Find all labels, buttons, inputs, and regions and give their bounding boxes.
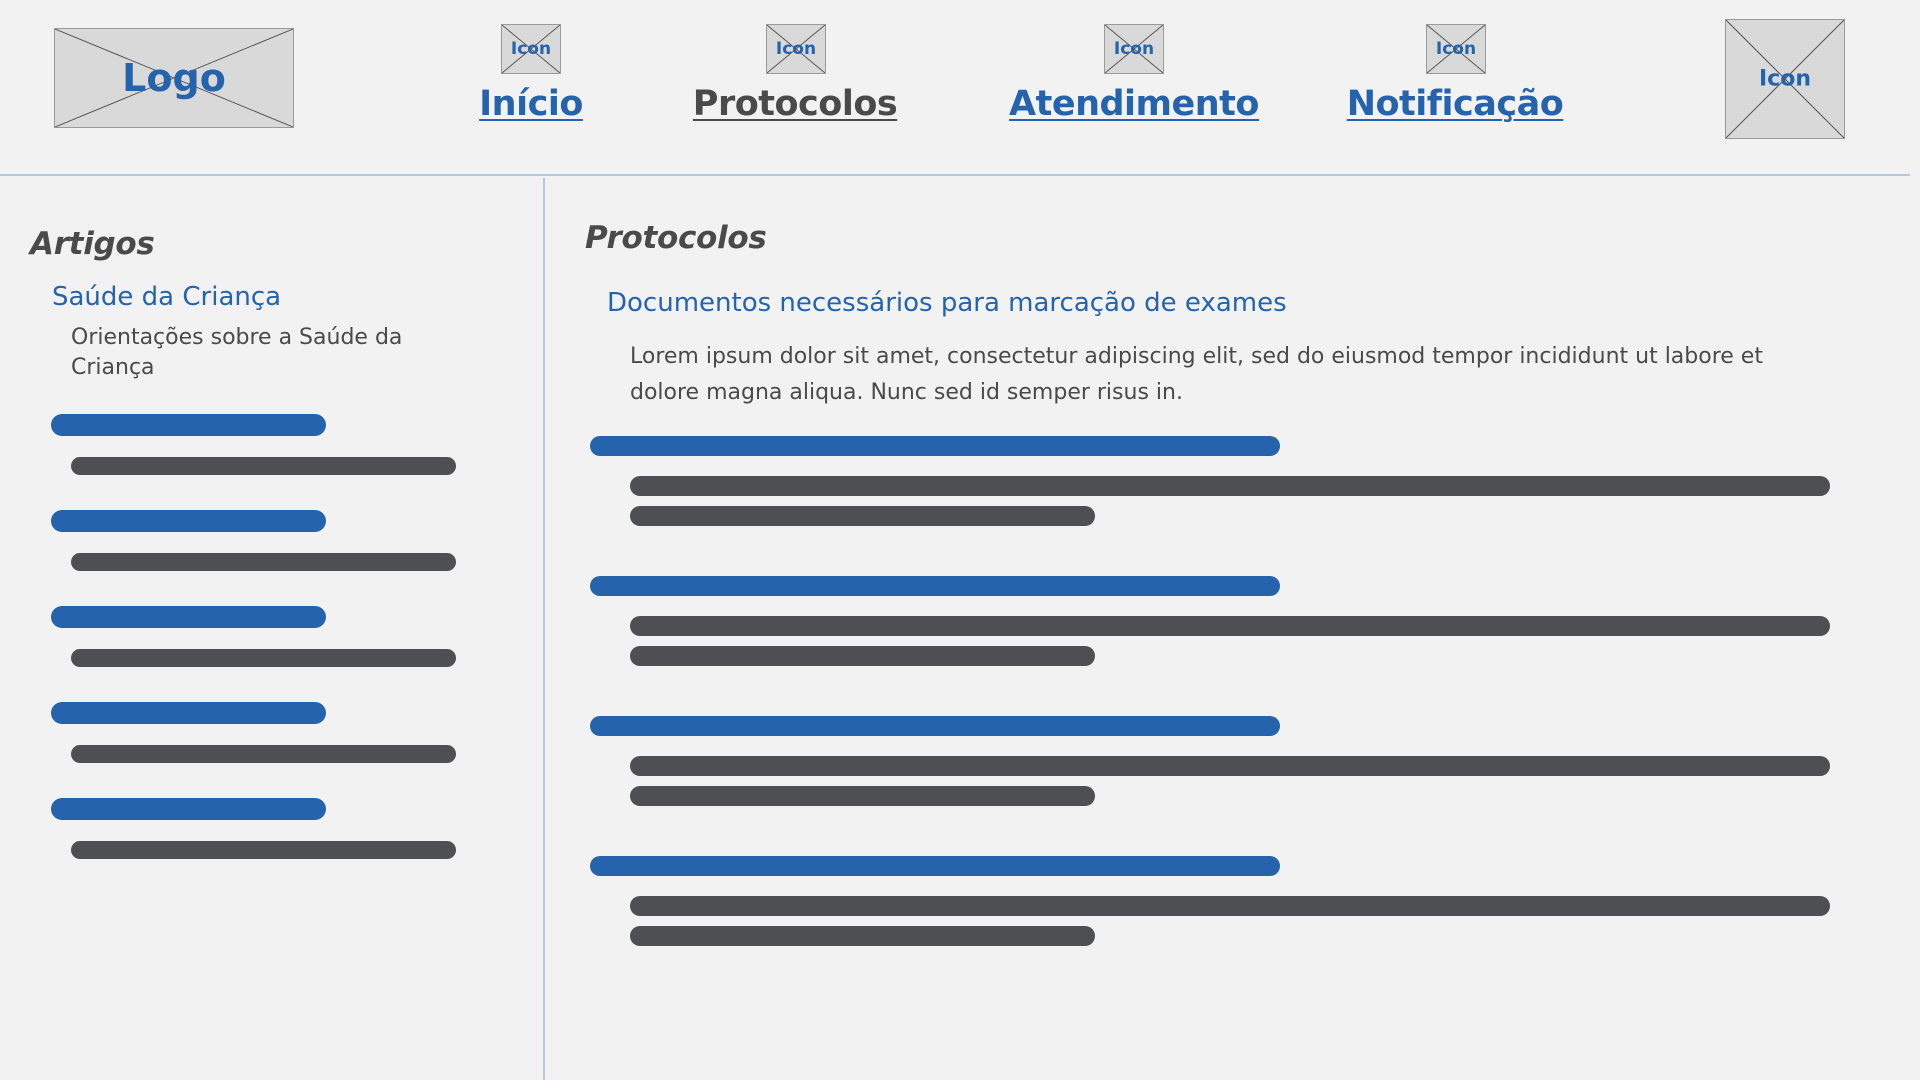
- article-description: Orientações sobre a Saúde da Criança: [71, 325, 403, 380]
- notification-icon: Icon: [1426, 24, 1486, 74]
- profile-icon[interactable]: Icon: [1725, 19, 1845, 139]
- protocol-text-placeholder: [630, 616, 1830, 636]
- home-icon: Icon: [501, 24, 561, 74]
- article-title-placeholder[interactable]: [51, 798, 326, 820]
- logo-label: Logo: [122, 56, 226, 100]
- protocol-title-placeholder[interactable]: [590, 716, 1280, 736]
- service-icon-label: Icon: [1113, 39, 1155, 59]
- logo[interactable]: Logo: [54, 28, 294, 128]
- nav-label-inicio: Início: [479, 84, 583, 124]
- protocol-title[interactable]: Documentos necessários para marcação de …: [607, 288, 1287, 318]
- protocol-text-placeholder: [630, 786, 1095, 806]
- article-text-placeholder: [71, 457, 456, 475]
- article-title[interactable]: Saúde da Criança: [52, 282, 281, 312]
- notification-icon-label: Icon: [1435, 39, 1477, 59]
- protocol-text-placeholder: [630, 476, 1830, 496]
- protocol-text-placeholder: [630, 646, 1095, 666]
- protocol-text: Lorem ipsum dolor sit amet, consectetur …: [630, 344, 1763, 405]
- article-title-placeholder[interactable]: [51, 414, 326, 436]
- protocols-icon: Icon: [766, 24, 826, 74]
- protocol-title-placeholder[interactable]: [590, 856, 1280, 876]
- protocol-title-placeholder[interactable]: [590, 436, 1280, 456]
- article-text-placeholder: [71, 841, 456, 859]
- protocol-title-placeholder[interactable]: [590, 576, 1280, 596]
- sidebar-title: Artigos: [30, 226, 155, 262]
- protocol-text-placeholder: [630, 756, 1830, 776]
- article-title-placeholder[interactable]: [51, 510, 326, 532]
- main-protocols: Protocolos Documentos necessários para m…: [545, 178, 1920, 1080]
- nav-item-protocolos[interactable]: Icon Protocolos: [690, 0, 900, 140]
- nav-label-atendimento: Atendimento: [1009, 84, 1259, 124]
- service-icon: Icon: [1104, 24, 1164, 74]
- top-navigation-bar: Logo Icon Início Icon Protocolos Icon At…: [0, 0, 1920, 176]
- protocols-icon-label: Icon: [775, 39, 817, 59]
- protocol-text-placeholder: [630, 506, 1095, 526]
- nav-label-notificacao: Notificação: [1346, 84, 1564, 124]
- profile-icon-label: Icon: [1758, 66, 1811, 92]
- nav-item-inicio[interactable]: Icon Início: [460, 0, 602, 140]
- protocol-text-placeholder: [630, 896, 1830, 916]
- article-text-placeholder: [71, 745, 456, 763]
- protocol-text-placeholder: [630, 926, 1095, 946]
- article-title-placeholder[interactable]: [51, 702, 326, 724]
- header-divider: [0, 174, 1910, 176]
- main-title: Protocolos: [585, 220, 767, 256]
- article-text-placeholder: [71, 553, 456, 571]
- nav-item-notificacao[interactable]: Icon Notificação: [1347, 0, 1564, 140]
- article-title-placeholder[interactable]: [51, 606, 326, 628]
- home-icon-label: Icon: [510, 39, 552, 59]
- sidebar-articles: Artigos Saúde da Criança Orientações sob…: [0, 178, 543, 1080]
- article-text-placeholder: [71, 649, 456, 667]
- nav-item-atendimento[interactable]: Icon Atendimento: [1009, 0, 1259, 140]
- nav-label-protocolos: Protocolos: [692, 84, 898, 124]
